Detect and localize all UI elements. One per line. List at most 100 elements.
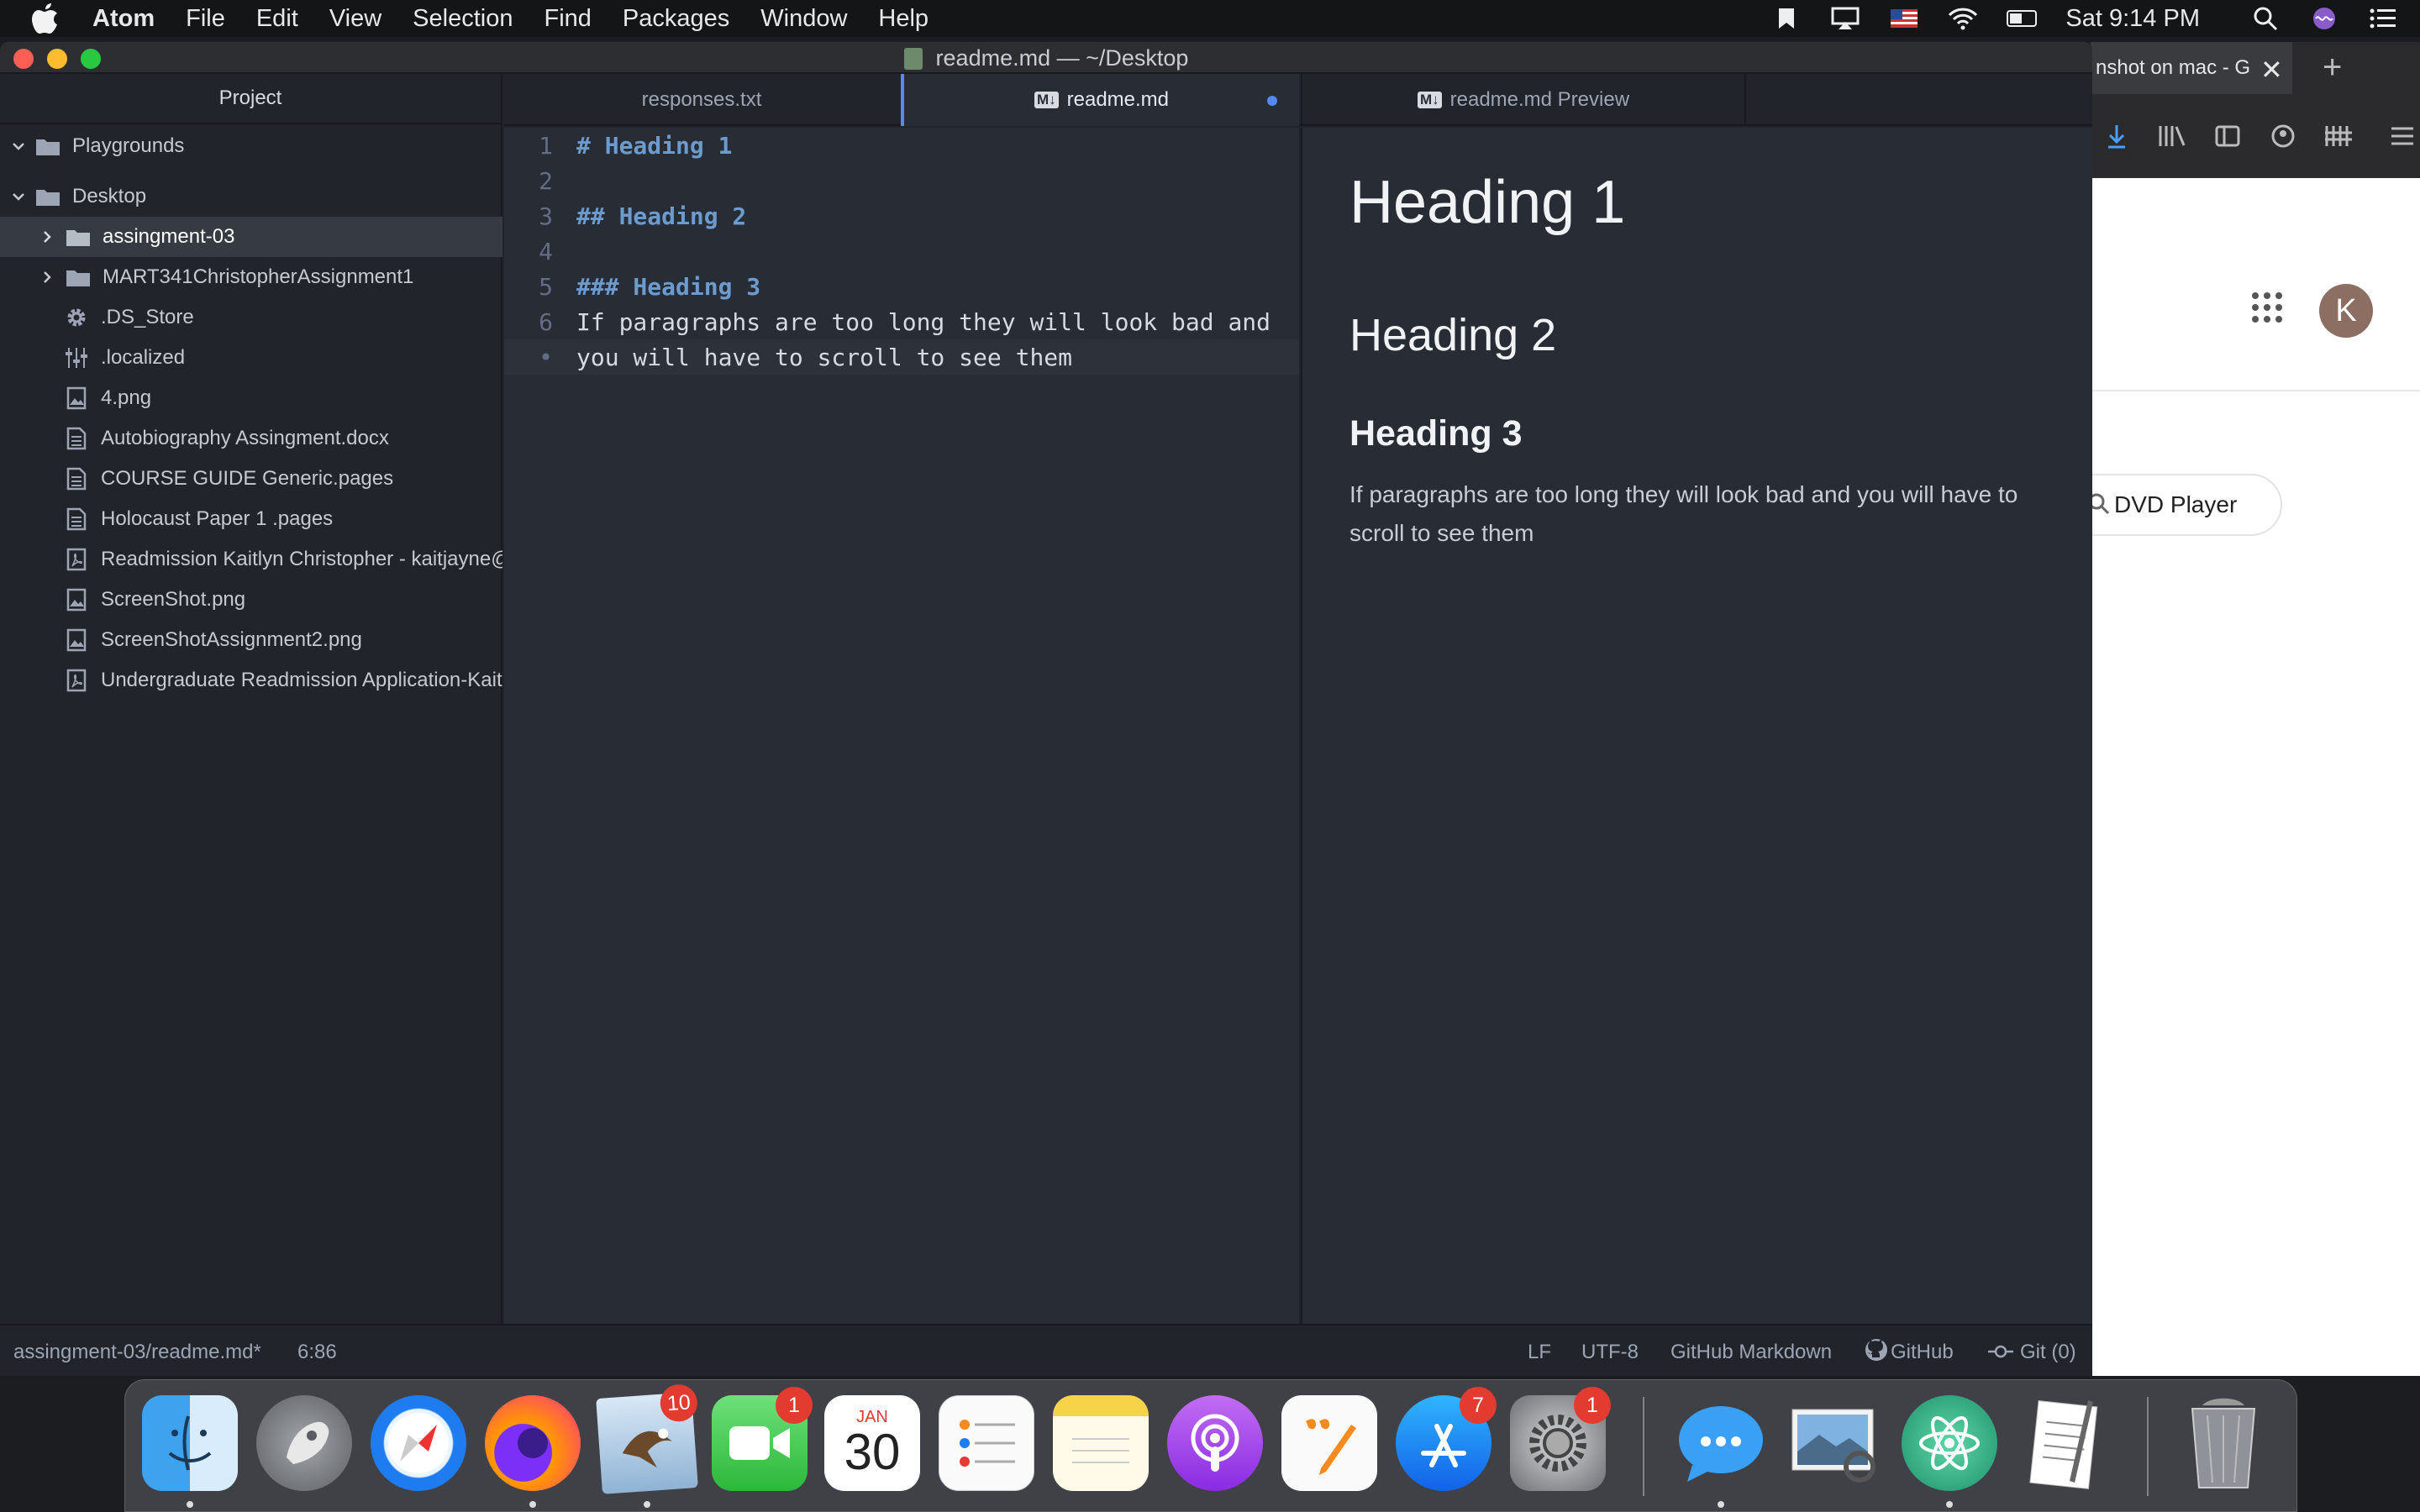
tree-item-holocaust-paper[interactable]: Holocaust Paper 1 .pages <box>0 499 502 539</box>
editor-line[interactable]: 6 If paragraphs are too long they will lo… <box>504 304 1299 339</box>
dock-atom[interactable] <box>1902 1395 1997 1491</box>
tree-item-undergraduate-readmission[interactable]: Undergraduate Readmission Application-Ka… <box>0 660 502 701</box>
menu-selection[interactable]: Selection <box>413 5 513 33</box>
browser-window: nshot on mac - G ✕ + K DVD Player <box>2065 42 2420 1376</box>
menu-view[interactable]: View <box>329 5 381 33</box>
tree-item-screenshot[interactable]: ScreenShot.png <box>0 580 502 620</box>
tree-item-label: .DS_Store <box>101 306 194 328</box>
markdown-icon: M↓ <box>1417 92 1442 108</box>
menu-clock[interactable]: Sat 9:14 PM <box>2065 5 2200 33</box>
tree-item-4-png[interactable]: 4.png <box>0 378 502 418</box>
status-cursor-position[interactable]: 6:86 <box>297 1341 337 1364</box>
close-tab-icon[interactable]: ✕ <box>2260 54 2283 86</box>
menu-find[interactable]: Find <box>544 5 591 33</box>
calendar-day: 30 <box>844 1424 901 1480</box>
status-git[interactable]: Git (0) <box>2020 1341 2076 1364</box>
bookmark-icon[interactable] <box>1771 6 1802 31</box>
dock-system-preferences[interactable]: 1 <box>1510 1387 1611 1491</box>
dock-reminders[interactable] <box>939 1395 1034 1491</box>
line-text: you will have to scroll to see them <box>576 343 1073 371</box>
search-suggestion-chip[interactable]: DVD Player <box>2065 474 2282 536</box>
tab-responses-txt[interactable]: responses.txt <box>504 74 899 126</box>
dock-app-store[interactable]: 7 <box>1396 1387 1497 1491</box>
text-file-icon <box>64 507 89 532</box>
dock-podcasts[interactable] <box>1167 1395 1263 1491</box>
modified-indicator-icon[interactable] <box>1267 96 1277 106</box>
window-title-text: readme.md — ~/Desktop <box>935 45 1189 71</box>
tree-item-ds-store[interactable]: .DS_Store <box>0 297 502 338</box>
menu-file[interactable]: File <box>186 5 225 33</box>
chevron-right-icon[interactable] <box>39 228 55 245</box>
dock-textedit[interactable] <box>2016 1395 2112 1491</box>
dock-safari[interactable] <box>371 1395 466 1491</box>
editor-line[interactable]: 5 ### Heading 3 <box>504 269 1299 304</box>
markdown-icon: M↓ <box>1034 92 1059 108</box>
dock-facetime[interactable]: 1 <box>712 1387 813 1491</box>
editor-line[interactable]: 4 <box>504 234 1299 269</box>
text-file-icon <box>64 466 89 491</box>
tree-item-mart341[interactable]: MART341ChristopherAssignment1 <box>0 257 502 297</box>
tree-item-screenshot-assignment2[interactable]: ScreenShotAssignment2.png <box>0 620 502 660</box>
new-tab-icon[interactable]: + <box>2323 49 2342 87</box>
extensions-icon[interactable] <box>2324 122 2353 150</box>
tree-root-playgrounds[interactable]: Playgrounds <box>0 126 502 166</box>
status-grammar[interactable]: GitHub Markdown <box>1670 1341 1832 1364</box>
tree-item-autobiography[interactable]: Autobiography Assingment.docx <box>0 418 502 459</box>
avatar[interactable]: K <box>2319 284 2373 338</box>
notification-badge: 1 <box>1574 1387 1611 1424</box>
dock-preview[interactable] <box>1787 1395 1883 1491</box>
tree-item-readmission-kaitlyn[interactable]: Readmission Kaitlyn Christopher - kaitja… <box>0 539 502 580</box>
tree-root-desktop[interactable]: Desktop <box>0 176 502 217</box>
dock-pages[interactable] <box>1281 1395 1377 1491</box>
notification-center-icon[interactable] <box>2368 6 2398 31</box>
line-number: 5 <box>539 272 553 301</box>
menu-app-name[interactable]: Atom <box>92 5 155 33</box>
chevron-down-icon[interactable] <box>10 138 27 155</box>
editor-line[interactable]: 2 <box>504 163 1299 198</box>
tab-readme-md[interactable]: M↓ readme.md <box>901 74 1299 126</box>
battery-icon[interactable] <box>2007 6 2038 31</box>
dock-calendar[interactable]: JAN 30 <box>824 1395 920 1491</box>
wifi-icon[interactable] <box>1948 6 1978 31</box>
dock-firefox[interactable] <box>485 1395 581 1491</box>
status-github[interactable]: GitHub <box>1891 1341 1954 1364</box>
text-editor[interactable]: 1 # Heading 1 2 3 ## Heading 2 4 5 ### Head… <box>504 128 1299 1324</box>
editor-line[interactable]: 1 # Heading 1 <box>504 128 1299 163</box>
hamburger-menu-icon[interactable] <box>2388 122 2417 150</box>
downloads-icon[interactable] <box>2102 122 2131 150</box>
tree-item-assingment-03[interactable]: assingment-03 <box>0 217 502 257</box>
apple-menu-icon[interactable] <box>32 3 62 34</box>
siri-icon[interactable] <box>2309 6 2339 31</box>
tree-item-course-guide[interactable]: COURSE GUIDE Generic.pages <box>0 459 502 499</box>
dock-messages[interactable] <box>1673 1395 1769 1491</box>
menu-window[interactable]: Window <box>760 5 847 33</box>
status-file-path[interactable]: assingment-03/readme.md* <box>13 1341 261 1364</box>
title-bar[interactable]: readme.md — ~/Desktop <box>0 42 2092 74</box>
editor-line-current[interactable]: • you will have to scroll to see them <box>504 339 1299 375</box>
us-flag-icon[interactable] <box>1889 6 1919 31</box>
library-icon[interactable] <box>2158 122 2186 150</box>
status-encoding[interactable]: UTF-8 <box>1581 1341 1639 1364</box>
airplay-icon[interactable] <box>1830 6 1860 31</box>
tree-item-label: ScreenShot.png <box>101 588 246 611</box>
editor-line[interactable]: 3 ## Heading 2 <box>504 198 1299 234</box>
dock-notes[interactable] <box>1053 1395 1149 1491</box>
menu-edit[interactable]: Edit <box>256 5 298 33</box>
menu-packages[interactable]: Packages <box>623 5 729 33</box>
sidebar-icon[interactable] <box>2213 122 2242 150</box>
tab-readme-preview[interactable]: M↓ readme.md Preview <box>1301 74 1746 126</box>
menu-help[interactable]: Help <box>878 5 929 33</box>
chevron-right-icon[interactable] <box>39 269 55 286</box>
apps-grid-icon[interactable] <box>2250 291 2284 324</box>
git-commit-icon[interactable] <box>1988 1342 2013 1359</box>
status-line-ending[interactable]: LF <box>1528 1341 1551 1364</box>
chevron-down-icon[interactable] <box>10 188 27 205</box>
github-icon[interactable] <box>1864 1337 1889 1362</box>
dock-finder[interactable] <box>142 1395 238 1491</box>
tree-item-localized[interactable]: .localized <box>0 338 502 378</box>
dock-launchpad[interactable] <box>256 1395 352 1491</box>
account-icon[interactable] <box>2269 122 2297 150</box>
spotlight-search-icon[interactable] <box>2250 6 2281 31</box>
dock-mail[interactable]: 10 <box>596 1383 699 1494</box>
dock-trash[interactable] <box>2175 1395 2271 1491</box>
